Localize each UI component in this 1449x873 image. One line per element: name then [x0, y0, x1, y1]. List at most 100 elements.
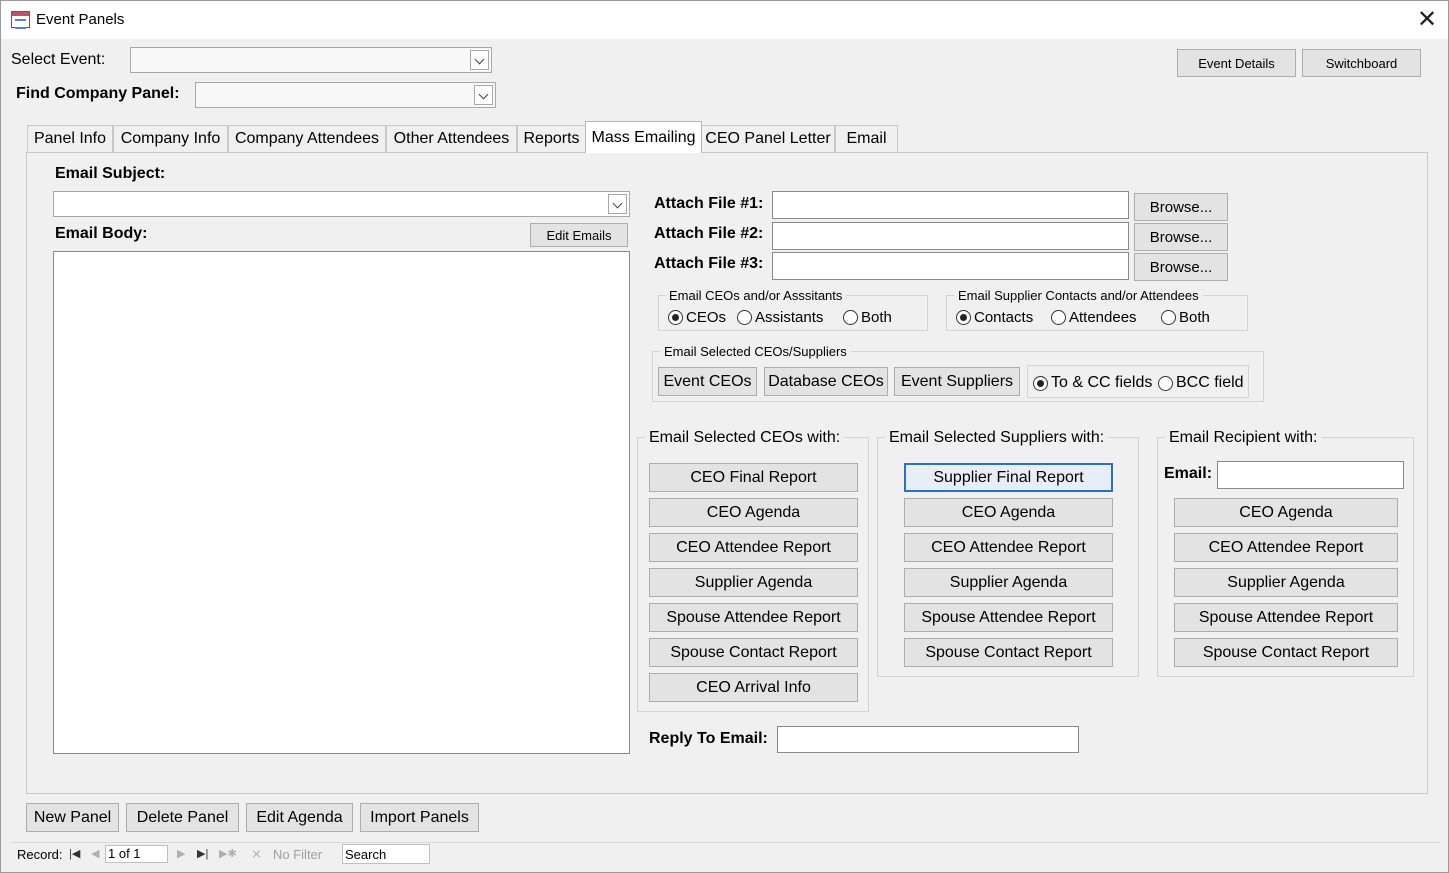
radio-empty-icon: [843, 310, 858, 325]
database-ceos-button[interactable]: Database CEOs: [764, 367, 888, 396]
ceo-option-group-title: Email CEOs and/or Asssitants: [665, 288, 847, 303]
browse-file-2-button[interactable]: Browse...: [1134, 223, 1228, 251]
radio-supplier-both[interactable]: Both: [1161, 309, 1210, 326]
tab-mass-emailing[interactable]: Mass Emailing: [585, 121, 702, 153]
spouse-attendee-report-button[interactable]: Spouse Attendee Report: [649, 603, 858, 632]
select-event-label: Select Event:: [11, 51, 106, 68]
event-details-button[interactable]: Event Details: [1177, 49, 1296, 77]
attach-file-2-label: Attach File #2:: [654, 225, 764, 242]
event-ceos-button[interactable]: Event CEOs: [658, 367, 757, 396]
edit-emails-button[interactable]: Edit Emails: [530, 223, 628, 247]
radio-ceo-both[interactable]: Both: [843, 309, 892, 326]
no-filter-label[interactable]: No Filter: [273, 847, 322, 862]
filter-icon: ⨯: [251, 846, 262, 861]
radio-attendees-label: Attendees: [1069, 309, 1137, 326]
email-body-label: Email Body:: [55, 225, 148, 242]
chevron-down-icon[interactable]: [608, 194, 627, 214]
supplier-option-group-title: Email Supplier Contacts and/or Attendees: [954, 288, 1203, 303]
first-record-icon[interactable]: |◀: [69, 847, 80, 860]
ceo-final-report-button[interactable]: CEO Final Report: [649, 463, 858, 492]
title-bar: Event Panels ✕: [1, 1, 1448, 39]
selected-recipients-group-title: Email Selected CEOs/Suppliers: [660, 344, 851, 359]
find-company-label: Find Company Panel:: [16, 85, 180, 102]
close-icon[interactable]: ✕: [1414, 7, 1440, 33]
reply-to-label: Reply To Email:: [649, 730, 768, 747]
supplier-ceo-agenda-button[interactable]: CEO Agenda: [904, 498, 1113, 527]
email-body-textarea[interactable]: [53, 251, 630, 754]
form-icon: [11, 11, 30, 29]
ceo-agenda-button[interactable]: CEO Agenda: [649, 498, 858, 527]
tab-company-attendees[interactable]: Company Attendees: [228, 125, 386, 152]
tab-other-attendees[interactable]: Other Attendees: [386, 125, 517, 152]
tab-company-info[interactable]: Company Info: [113, 125, 228, 152]
record-label: Record:: [17, 847, 63, 862]
radio-to-cc-label: To & CC fields: [1051, 374, 1153, 391]
select-event-combo[interactable]: [130, 47, 492, 73]
recipient-email-label: Email:: [1164, 465, 1213, 482]
new-panel-button[interactable]: New Panel: [26, 803, 119, 832]
attach-file-3-label: Attach File #3:: [654, 255, 764, 272]
radio-bcc-field[interactable]: BCC field: [1158, 374, 1244, 392]
import-panels-button[interactable]: Import Panels: [360, 803, 479, 832]
attach-file-1-label: Attach File #1:: [654, 195, 764, 212]
tab-reports[interactable]: Reports: [517, 125, 586, 152]
recipient-ceo-attendee-report-button[interactable]: CEO Attendee Report: [1174, 533, 1398, 562]
chevron-down-icon[interactable]: [474, 85, 493, 105]
attach-file-1-input[interactable]: [772, 191, 1129, 219]
radio-ceos[interactable]: CEOs: [668, 309, 726, 326]
recipient-spouse-contact-report-button[interactable]: Spouse Contact Report: [1174, 638, 1398, 667]
radio-empty-icon: [1161, 310, 1176, 325]
ceo-arrival-info-button[interactable]: CEO Arrival Info: [649, 673, 858, 702]
browse-file-1-button[interactable]: Browse...: [1134, 193, 1228, 221]
previous-record-icon[interactable]: ◀: [91, 847, 99, 860]
last-record-icon[interactable]: ▶|: [197, 847, 208, 860]
record-navigation-bar: Record: |◀ ◀ 1 of 1 ▶ ▶| ▶✱ ⨯ No Filter …: [11, 842, 1441, 864]
recipient-ceo-agenda-button[interactable]: CEO Agenda: [1174, 498, 1398, 527]
event-panels-window: Event Panels ✕ Select Event: Find Compan…: [0, 0, 1449, 873]
attach-file-3-input[interactable]: [772, 252, 1129, 280]
radio-empty-icon: [1051, 310, 1066, 325]
radio-ceo-both-label: Both: [861, 309, 892, 326]
chevron-down-icon[interactable]: [470, 50, 489, 70]
spouse-contact-report-button[interactable]: Spouse Contact Report: [649, 638, 858, 667]
attach-file-2-input[interactable]: [772, 222, 1129, 250]
radio-to-cc-fields[interactable]: To & CC fields: [1033, 374, 1152, 392]
tab-panel-info[interactable]: Panel Info: [27, 125, 113, 152]
radio-contacts-label: Contacts: [974, 309, 1034, 326]
switchboard-button[interactable]: Switchboard: [1302, 49, 1421, 77]
search-input[interactable]: Search: [342, 844, 430, 864]
new-record-icon[interactable]: ▶✱: [219, 847, 237, 860]
record-number-input[interactable]: 1 of 1: [105, 845, 168, 863]
ceo-attendee-report-button[interactable]: CEO Attendee Report: [649, 533, 858, 562]
window-title: Event Panels: [36, 11, 125, 28]
browse-file-3-button[interactable]: Browse...: [1134, 253, 1228, 281]
delete-panel-button[interactable]: Delete Panel: [126, 803, 239, 832]
tab-ceo-panel-letter[interactable]: CEO Panel Letter: [701, 125, 835, 152]
email-subject-combo[interactable]: [53, 191, 630, 217]
email-subject-label: Email Subject:: [55, 165, 166, 182]
ceo-reports-group-title: Email Selected CEOs with:: [645, 429, 845, 447]
reply-to-input[interactable]: [777, 726, 1079, 753]
radio-assistants[interactable]: Assistants: [737, 309, 823, 326]
radio-contacts[interactable]: Contacts: [956, 309, 1033, 326]
supplier-spouse-contact-report-button[interactable]: Spouse Contact Report: [904, 638, 1113, 667]
event-suppliers-button[interactable]: Event Suppliers: [894, 367, 1020, 396]
supplier-spouse-attendee-report-button[interactable]: Spouse Attendee Report: [904, 603, 1113, 632]
radio-selected-icon: [668, 310, 683, 325]
recipient-reports-group-title: Email Recipient with:: [1165, 429, 1322, 447]
supplier-final-report-button[interactable]: Supplier Final Report: [904, 463, 1113, 492]
supplier-supplier-agenda-button[interactable]: Supplier Agenda: [904, 568, 1113, 597]
edit-agenda-button[interactable]: Edit Agenda: [246, 803, 353, 832]
tab-email[interactable]: Email: [835, 125, 898, 152]
find-company-combo[interactable]: [195, 82, 496, 108]
radio-selected-icon: [956, 310, 971, 325]
recipient-supplier-agenda-button[interactable]: Supplier Agenda: [1174, 568, 1398, 597]
radio-empty-icon: [1158, 375, 1173, 391]
next-record-icon[interactable]: ▶: [177, 847, 185, 860]
supplier-ceo-attendee-report-button[interactable]: CEO Attendee Report: [904, 533, 1113, 562]
recipient-email-input[interactable]: [1217, 461, 1404, 489]
supplier-agenda-button[interactable]: Supplier Agenda: [649, 568, 858, 597]
radio-attendees[interactable]: Attendees: [1051, 309, 1137, 326]
recipient-spouse-attendee-report-button[interactable]: Spouse Attendee Report: [1174, 603, 1398, 632]
radio-supplier-both-label: Both: [1179, 309, 1210, 326]
